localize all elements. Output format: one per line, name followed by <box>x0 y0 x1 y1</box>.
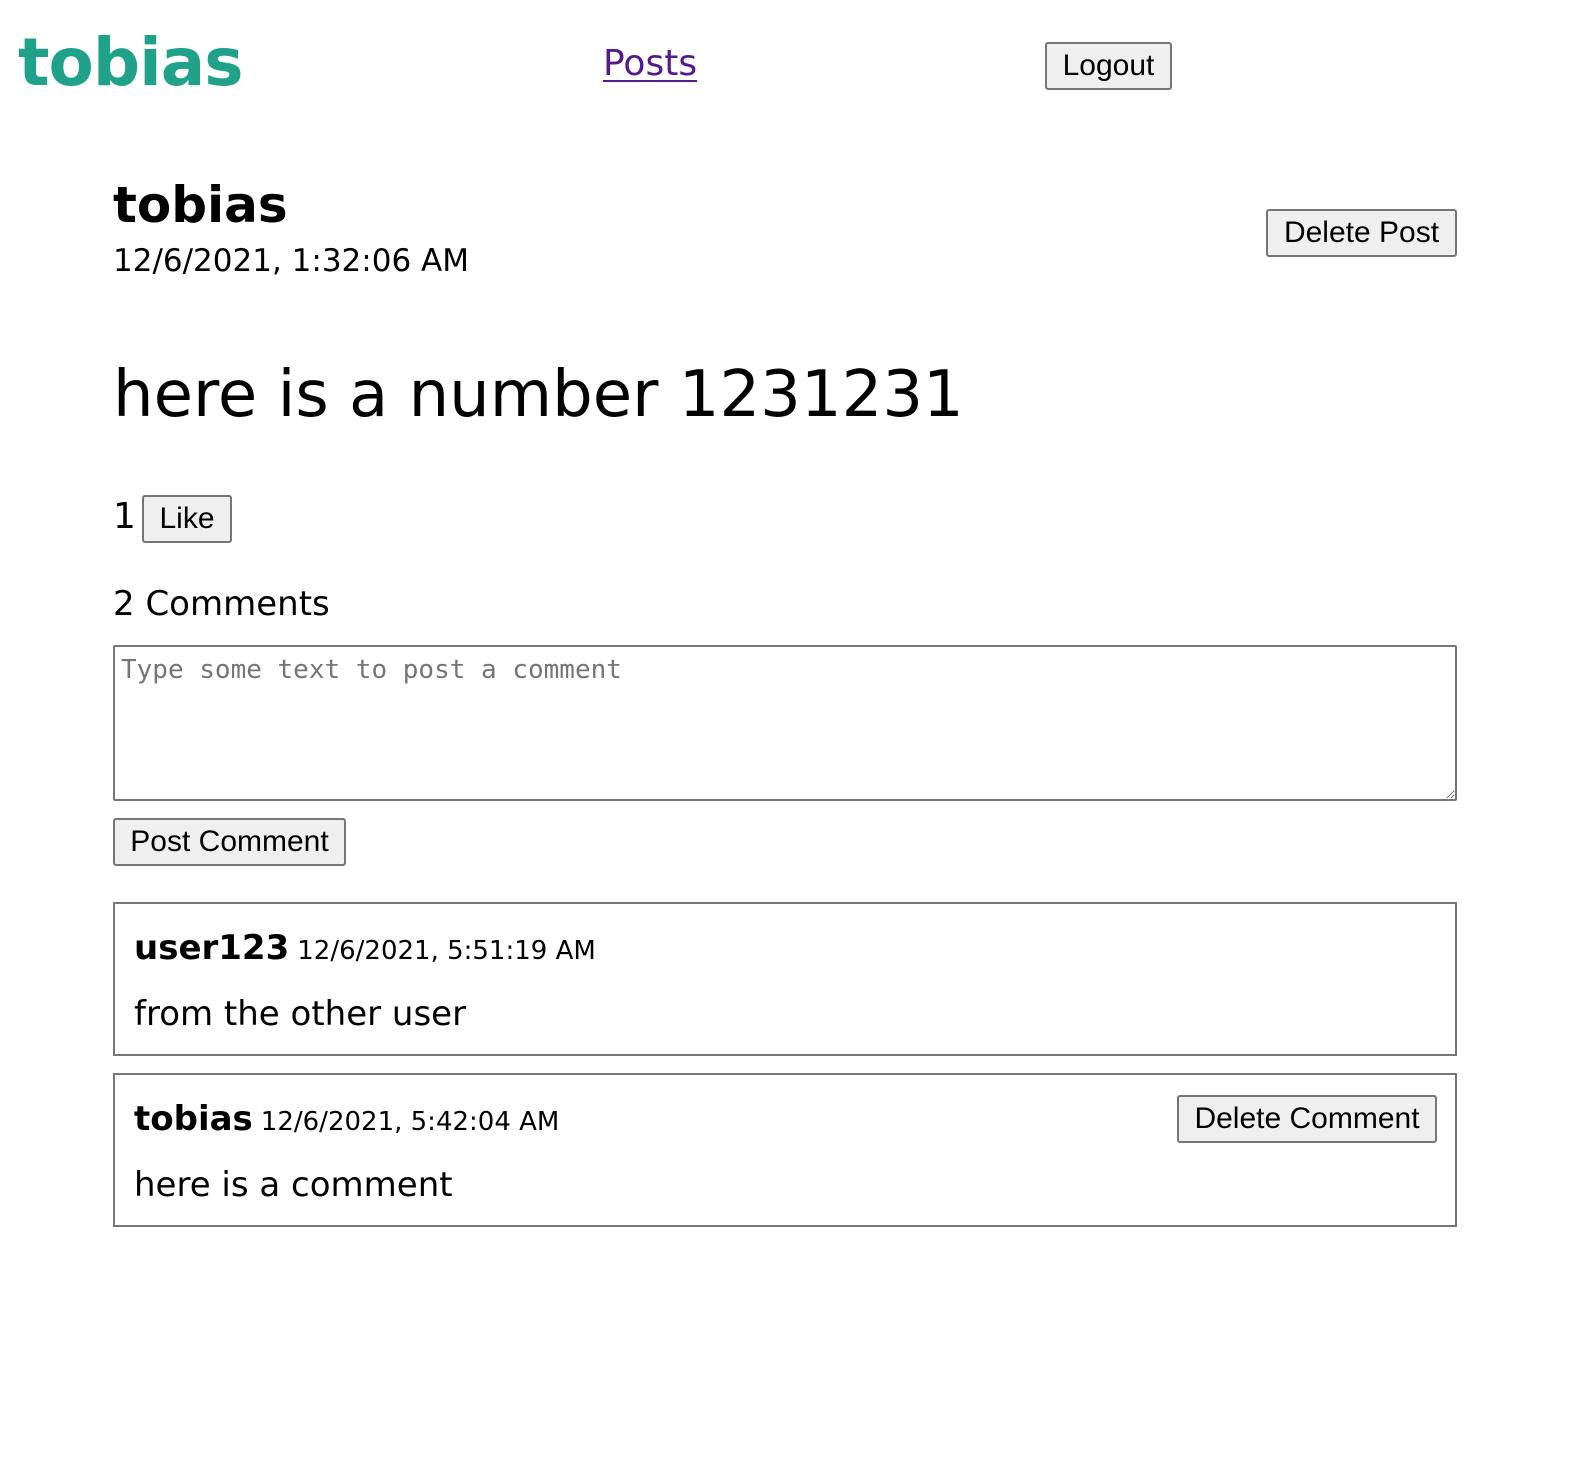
comment-card: tobias 12/6/2021, 5:42:04 AM Delete Comme… <box>113 1073 1457 1227</box>
comment-date: 12/6/2021, 5:51:19 AM <box>297 936 596 966</box>
delete-post-button[interactable]: Delete Post <box>1266 209 1457 257</box>
comment-date: 12/6/2021, 5:42:04 AM <box>260 1107 560 1137</box>
comment-author: tobias <box>134 1099 253 1139</box>
comment-text: here is a comment <box>134 1165 453 1205</box>
delete-comment-button[interactable]: Delete Comment <box>1177 1095 1437 1143</box>
post-body: here is a number 1231231 <box>113 358 964 432</box>
comment-meta: tobias 12/6/2021, 5:42:04 AM <box>134 1099 560 1139</box>
comment-meta: user123 12/6/2021, 5:51:19 AM <box>134 928 596 968</box>
like-count: 1 <box>113 496 136 537</box>
post-comment-button[interactable]: Post Comment <box>113 818 346 866</box>
logout-button[interactable]: Logout <box>1045 42 1172 90</box>
comment-text: from the other user <box>134 994 467 1034</box>
brand-logo[interactable]: tobias <box>18 30 244 96</box>
like-button[interactable]: Like <box>142 495 232 543</box>
post-author: tobias <box>113 176 288 234</box>
comment-input[interactable] <box>113 645 1457 801</box>
comment-count: 2 Comments <box>113 584 330 624</box>
comment-card: user123 12/6/2021, 5:51:19 AM from the ot… <box>113 902 1457 1056</box>
comment-author: user123 <box>134 928 290 968</box>
page: tobias Posts Logout tobias 12/6/2021, 1:… <box>0 0 1575 1468</box>
nav-posts-link[interactable]: Posts <box>603 46 697 82</box>
post-date: 12/6/2021, 1:32:06 AM <box>113 243 469 279</box>
